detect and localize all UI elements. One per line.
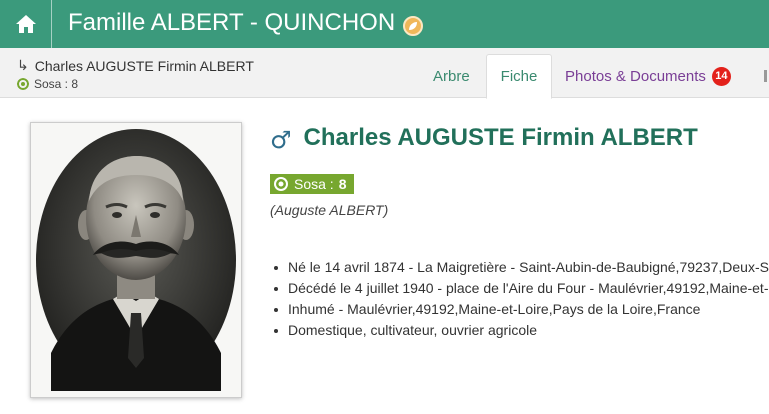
return-arrow-icon: ↳: [17, 57, 29, 73]
bullet-icon: [274, 265, 278, 270]
leaf-icon: [409, 22, 417, 30]
person-portrait[interactable]: [30, 122, 242, 398]
target-icon: [274, 177, 288, 191]
tab-photos-label: Photos & Documents: [565, 67, 706, 85]
breadcrumb-sosa-label: Sosa : 8: [34, 77, 79, 91]
fact-birth: Né le 14 avril 1874 - La Maigretière - S…: [270, 257, 769, 278]
premium-coin-icon[interactable]: [403, 16, 423, 36]
breadcrumb-sosa: Sosa : 8: [17, 77, 78, 91]
tab-photos-documents[interactable]: Photos & Documents 14: [565, 54, 731, 98]
family-title[interactable]: Famille ALBERT - QUINCHON: [68, 9, 395, 37]
fact-occupation: Domestique, cultivateur, ouvrier agricol…: [270, 320, 769, 341]
fact-death: Décédé le 4 juillet 1940 - place de l'Ai…: [270, 278, 769, 299]
breadcrumb: ↳ Charles AUGUSTE Firmin ALBERT: [17, 57, 254, 74]
fact-death-text: Décédé le 4 juillet 1940 - place de l'Ai…: [288, 280, 769, 296]
tab-fiche[interactable]: Fiche: [486, 54, 552, 99]
tab-arbre[interactable]: Arbre: [433, 54, 470, 98]
person-facts-list: Né le 14 avril 1874 - La Maigretière - S…: [270, 257, 769, 341]
male-gender-icon: ♂: [270, 126, 292, 154]
fact-occupation-text: Domestique, cultivateur, ouvrier agricol…: [288, 322, 538, 338]
person-full-name: Charles AUGUSTE Firmin ALBERT: [303, 124, 698, 151]
sub-header: ↳ Charles AUGUSTE Firmin ALBERT Sosa : 8…: [0, 48, 769, 99]
target-icon: [17, 78, 29, 90]
person-alias: (Auguste ALBERT): [270, 202, 389, 218]
home-icon: [15, 15, 36, 33]
breadcrumb-person[interactable]: Charles AUGUSTE Firmin ALBERT: [35, 58, 254, 74]
photos-count-badge: 14: [711, 66, 731, 86]
more-tabs-indicator[interactable]: [764, 70, 767, 82]
person-heading: ♂ Charles AUGUSTE Firmin ALBERT: [270, 124, 698, 152]
fact-birth-text: Né le 14 avril 1874 - La Maigretière - S…: [288, 259, 769, 275]
home-button[interactable]: [0, 0, 52, 48]
fact-burial: Inhumé - Maulévrier,49192,Maine-et-Loire…: [270, 299, 769, 320]
sosa-prefix: Sosa :: [294, 176, 334, 192]
sosa-number: 8: [338, 176, 347, 192]
top-bar: Famille ALBERT - QUINCHON: [0, 0, 769, 48]
sosa-badge: Sosa : 8: [270, 174, 354, 194]
bullet-icon: [274, 328, 278, 333]
fact-burial-text: Inhumé - Maulévrier,49192,Maine-et-Loire…: [288, 301, 701, 317]
bullet-icon: [274, 307, 278, 312]
bullet-icon: [274, 286, 278, 291]
portrait-photo: [31, 123, 241, 397]
